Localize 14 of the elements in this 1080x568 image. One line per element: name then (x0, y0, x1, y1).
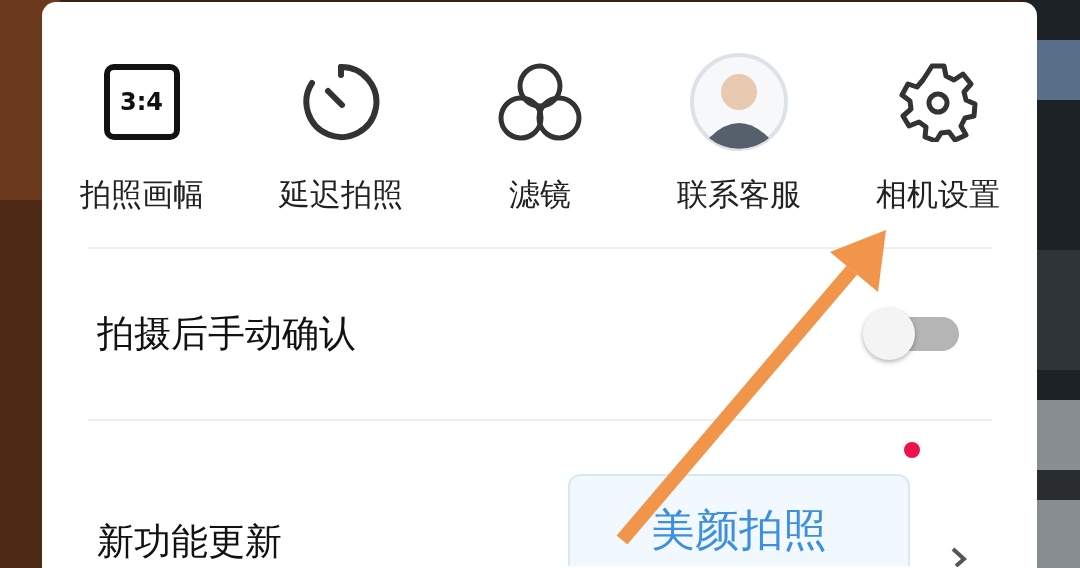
menu-label[interactable]: 拍照画幅 (79, 174, 204, 214)
avatar-icon[interactable] (688, 52, 789, 152)
menu-label[interactable]: 联系客服 (676, 174, 801, 214)
toggle-switch[interactable] (863, 308, 959, 360)
settings-icon[interactable] (897, 62, 978, 142)
menu-label[interactable]: 滤镜 (508, 174, 571, 214)
filter-icon[interactable] (496, 62, 583, 142)
menu-label[interactable]: 相机设置 (875, 174, 1000, 214)
chevron-icon[interactable] (950, 547, 968, 567)
timer-icon[interactable] (301, 63, 380, 141)
setting-label: 拍摄后手动确认 (97, 312, 356, 356)
aspect-ratio-icon[interactable]: 3:4 (103, 64, 180, 140)
setting-label: 新功能更新 (97, 520, 282, 564)
menu-label[interactable]: 延迟拍照 (278, 174, 403, 214)
